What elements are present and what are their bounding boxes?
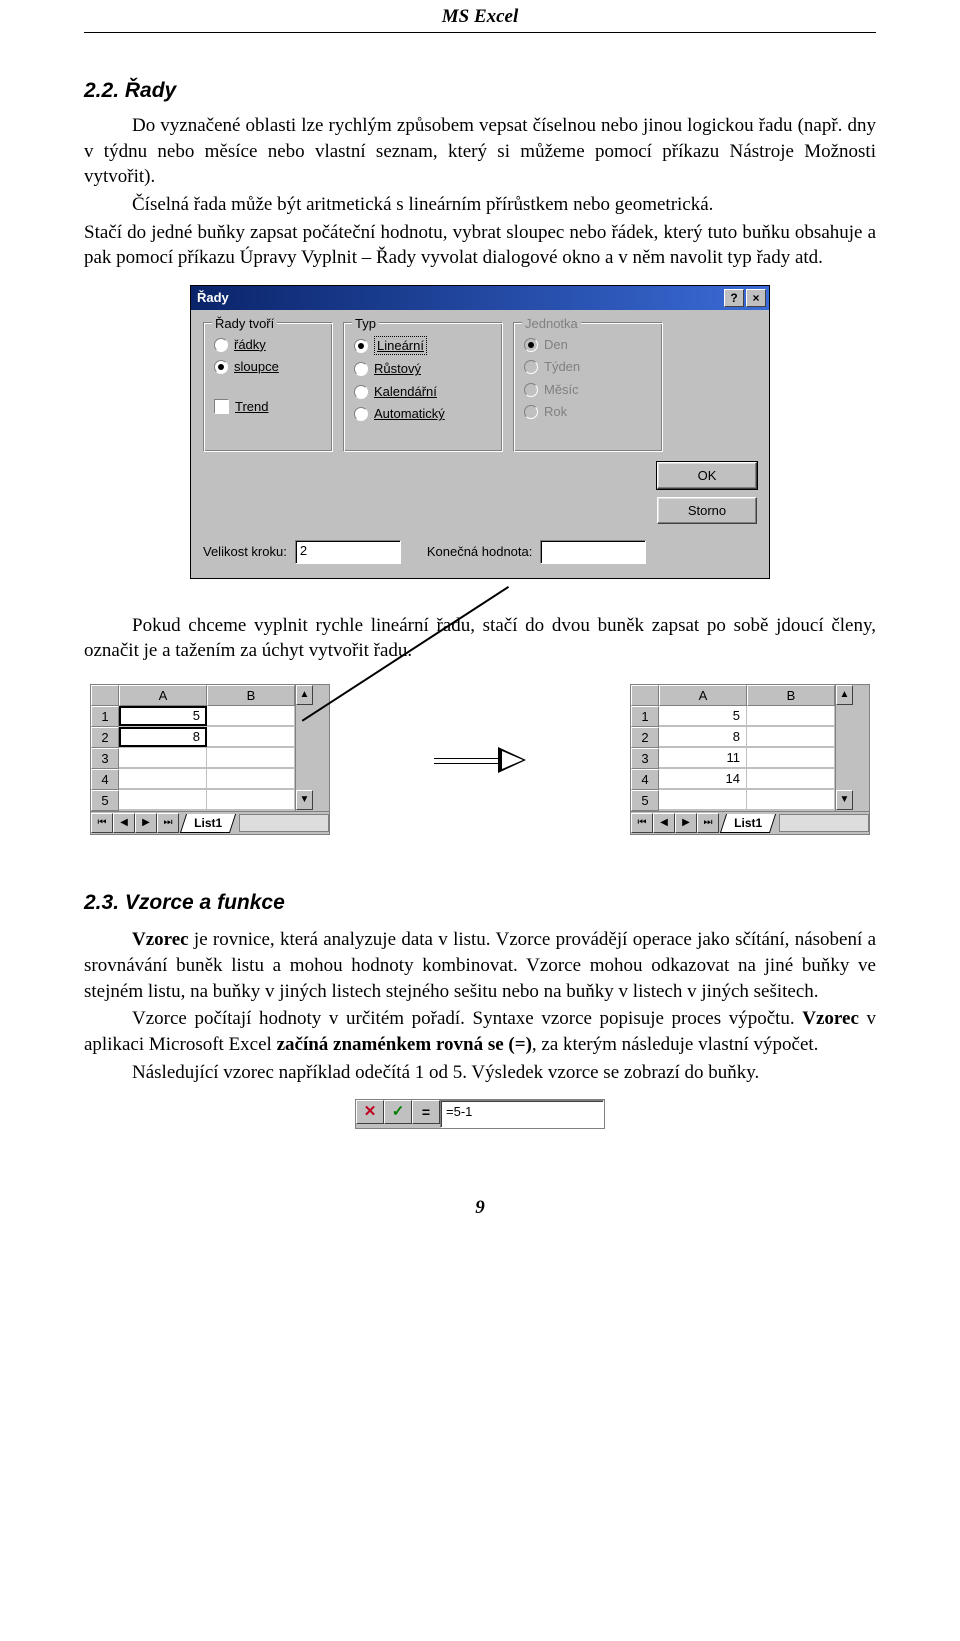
cell-a5[interactable] [119,790,207,810]
group-title: Jednotka [522,315,581,333]
close-icon[interactable]: × [746,289,766,307]
row-header[interactable]: 4 [631,769,659,790]
radio-den: Den [524,336,652,354]
radio-kalendarni[interactable]: Kalendářní [354,383,492,401]
end-input[interactable] [540,540,646,564]
radio-linearni[interactable]: Lineární [354,336,492,356]
header-rule [84,32,876,33]
tab-nav-first-icon[interactable]: ⏮ [91,813,113,833]
row-header[interactable]: 5 [631,790,659,811]
cell-a3[interactable] [119,748,207,768]
cell-a1[interactable]: 5 [119,706,207,726]
cancel-button[interactable]: Storno [657,497,757,524]
page-number: 9 [84,1195,876,1221]
equals-icon[interactable]: = [412,1100,440,1124]
end-label: Konečná hodnota: [427,543,533,561]
row-header[interactable]: 2 [91,727,119,748]
cell-a2[interactable]: 8 [119,727,207,747]
cell-a5[interactable] [659,790,747,810]
row-header[interactable]: 2 [631,727,659,748]
confirm-formula-icon[interactable]: ✓ [384,1100,412,1124]
tab-nav-last-icon[interactable]: ⏭ [697,813,719,833]
tab-nav-first-icon[interactable]: ⏮ [631,813,653,833]
col-header-b[interactable]: B [747,685,835,706]
ok-button[interactable]: OK [657,462,757,489]
row-header[interactable]: 1 [91,706,119,727]
series-dialog: Řady ? × Řady tvoří řádky sloupce Trend … [190,285,770,579]
spreadsheet-before: AB▲ 15 28 3 4 5▼ ⏮ ◀ ▶ ⏭ List1 [90,684,330,835]
group-title: Řady tvoří [212,315,277,333]
formula-bar: ✕ ✓ = =5-1 [355,1099,605,1129]
formula-input[interactable]: =5-1 [440,1100,604,1128]
vzorce-para-3: Následující vzorec například odečítá 1 o… [84,1060,876,1086]
tab-nav-next-icon[interactable]: ▶ [135,813,157,833]
col-header-b[interactable]: B [207,685,295,706]
row-header[interactable]: 3 [91,748,119,769]
row-header[interactable]: 5 [91,790,119,811]
doc-header: MS Excel [84,0,876,30]
step-label: Velikost kroku: [203,543,287,561]
rady-para-4: Pokud chceme vyplnit rychle lineární řad… [84,613,876,664]
radio-tyden: Týden [524,358,652,376]
vzorce-para-2: Vzorce počítají hodnoty v určitém pořadí… [84,1006,876,1057]
cell-b4[interactable] [747,769,835,789]
sheet-tab[interactable]: List1 [720,814,776,833]
row-header[interactable]: 1 [631,706,659,727]
rady-para-3: Stačí do jedné buňky zapsat počáteční ho… [84,220,876,271]
section-vzorce-title: 2.3. Vzorce a funkce [84,889,876,917]
cell-b1[interactable] [747,706,835,726]
radio-radky[interactable]: řádky [214,336,322,354]
tab-nav-prev-icon[interactable]: ◀ [653,813,675,833]
dialog-titlebar[interactable]: Řady ? × [191,286,769,310]
radio-automaticky[interactable]: Automatický [354,405,492,423]
tab-nav-last-icon[interactable]: ⏭ [157,813,179,833]
cell-b3[interactable] [747,748,835,768]
checkbox-trend[interactable]: Trend [214,398,322,416]
col-header-a[interactable]: A [119,685,207,706]
spreadsheet-after: AB▲ 15 28 311 414 5▼ ⏮ ◀ ▶ ⏭ List1 [630,684,870,835]
cell-b4[interactable] [207,769,295,789]
step-input[interactable]: 2 [295,540,401,564]
horizontal-scrollbar[interactable] [239,814,329,832]
radio-rok: Rok [524,403,652,421]
scroll-down-icon[interactable]: ▼ [836,790,853,810]
scroll-up-icon[interactable]: ▲ [296,685,313,705]
cancel-formula-icon[interactable]: ✕ [356,1100,384,1124]
rady-para-1: Do vyznačené oblasti lze rychlým způsobe… [84,113,876,190]
radio-rustovy[interactable]: Růstový [354,360,492,378]
scroll-up-icon[interactable]: ▲ [836,685,853,705]
cell-a3[interactable]: 11 [659,748,747,768]
arrow-right-icon [434,747,526,773]
tab-nav-prev-icon[interactable]: ◀ [113,813,135,833]
cell-a4[interactable] [119,769,207,789]
cell-a2[interactable]: 8 [659,727,747,747]
cell-b5[interactable] [747,790,835,810]
group-jednotka: Jednotka Den Týden Měsíc Rok [513,322,663,452]
tab-nav-next-icon[interactable]: ▶ [675,813,697,833]
sheet-tab[interactable]: List1 [180,814,236,833]
radio-mesic: Měsíc [524,381,652,399]
cell-a1[interactable]: 5 [659,706,747,726]
cell-b5[interactable] [207,790,295,810]
section-rady-title: 2.2. Řady [84,77,876,105]
dialog-title: Řady [197,289,229,307]
cell-a4[interactable]: 14 [659,769,747,789]
cell-b2[interactable] [207,727,295,747]
group-typ: Typ Lineární Růstový Kalendářní Automati… [343,322,503,452]
vzorce-para-1: Vzorec je rovnice, která analyzuje data … [84,927,876,1004]
rady-para-2: Číselná řada může být aritmetická s line… [84,192,876,218]
row-header[interactable]: 4 [91,769,119,790]
cell-b2[interactable] [747,727,835,747]
cell-b3[interactable] [207,748,295,768]
col-header-a[interactable]: A [659,685,747,706]
scroll-down-icon[interactable]: ▼ [296,790,313,810]
help-icon[interactable]: ? [724,289,744,307]
group-rady-tvori: Řady tvoří řádky sloupce Trend [203,322,333,452]
group-title: Typ [352,315,379,333]
horizontal-scrollbar[interactable] [779,814,869,832]
cell-b1[interactable] [207,706,295,726]
row-header[interactable]: 3 [631,748,659,769]
radio-sloupce[interactable]: sloupce [214,358,322,376]
